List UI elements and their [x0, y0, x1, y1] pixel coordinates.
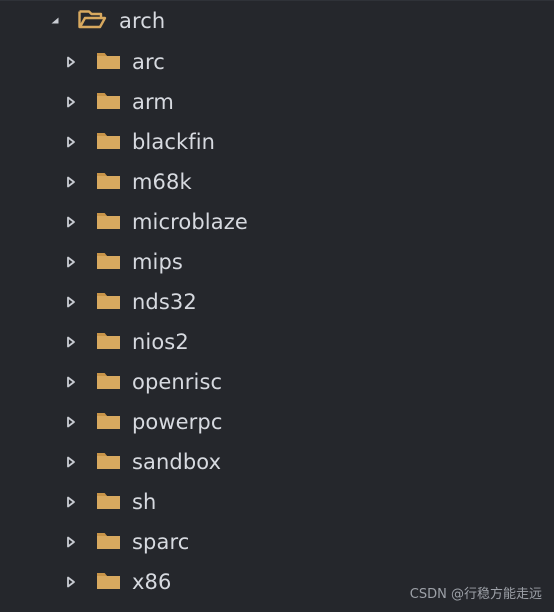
caret-right-icon[interactable] — [66, 56, 76, 68]
tree-item-sandbox[interactable]: sandbox — [0, 442, 554, 482]
tree-item-label: sh — [132, 490, 157, 514]
tree-item-label: microblaze — [132, 210, 248, 234]
caret-right-icon[interactable] — [66, 176, 76, 188]
tree-item-label: powerpc — [132, 410, 223, 434]
caret-down-icon[interactable] — [50, 16, 60, 26]
tree-item-nds32[interactable]: nds32 — [0, 282, 554, 322]
caret-right-icon[interactable] — [66, 456, 76, 468]
tree-item-label: openrisc — [132, 370, 223, 394]
file-explorer-tree: arch arc arm blackfin m68k microblaze mips nds… — [0, 0, 554, 612]
tree-item-arch[interactable]: arch — [0, 1, 554, 41]
tree-item-sparc[interactable]: sparc — [0, 522, 554, 562]
tree-item-label: blackfin — [132, 130, 216, 154]
tree-item-powerpc[interactable]: powerpc — [0, 402, 554, 442]
tree-item-label: sparc — [132, 530, 190, 554]
folder-icon — [96, 170, 121, 195]
tree-item-label: arm — [132, 90, 174, 114]
tree-item-nios2[interactable]: nios2 — [0, 322, 554, 362]
caret-right-icon[interactable] — [66, 256, 76, 268]
folder-open-icon — [78, 7, 108, 35]
folder-icon — [96, 130, 121, 155]
tree-item-sh[interactable]: sh — [0, 482, 554, 522]
caret-right-icon[interactable] — [66, 416, 76, 428]
caret-right-icon[interactable] — [66, 536, 76, 548]
caret-right-icon[interactable] — [66, 136, 76, 148]
tree-item-label: mips — [132, 250, 183, 274]
folder-icon — [96, 450, 121, 475]
tree-item-blackfin[interactable]: blackfin — [0, 122, 554, 162]
caret-right-icon[interactable] — [66, 336, 76, 348]
tree-item-mips[interactable]: mips — [0, 242, 554, 282]
caret-right-icon[interactable] — [66, 376, 76, 388]
tree-item-openrisc[interactable]: openrisc — [0, 362, 554, 402]
caret-right-icon[interactable] — [66, 496, 76, 508]
tree-item-label: arc — [132, 50, 165, 74]
tree-item-label: m68k — [132, 170, 192, 194]
folder-icon — [96, 570, 121, 595]
tree-item-m68k[interactable]: m68k — [0, 162, 554, 202]
caret-right-icon[interactable] — [66, 96, 76, 108]
folder-icon — [96, 50, 121, 75]
caret-right-icon[interactable] — [66, 296, 76, 308]
folder-icon — [96, 250, 121, 275]
tree-item-label: arch — [119, 9, 166, 33]
folder-icon — [96, 410, 121, 435]
tree-item-label: sandbox — [132, 450, 222, 474]
folder-icon — [96, 370, 121, 395]
watermark: CSDN @行稳方能走远 — [409, 587, 542, 602]
tree-item-label: nds32 — [132, 290, 197, 314]
folder-icon — [96, 490, 121, 515]
tree-item-label: nios2 — [132, 330, 189, 354]
folder-icon — [96, 330, 121, 355]
tree-item-label: x86 — [132, 570, 172, 594]
folder-icon — [96, 210, 121, 235]
tree-item-arm[interactable]: arm — [0, 82, 554, 122]
folder-icon — [96, 90, 121, 115]
caret-right-icon[interactable] — [66, 216, 76, 228]
folder-icon — [96, 530, 121, 555]
tree-item-arc[interactable]: arc — [0, 42, 554, 82]
caret-right-icon[interactable] — [66, 576, 76, 588]
tree-item-microblaze[interactable]: microblaze — [0, 202, 554, 242]
folder-icon — [96, 290, 121, 315]
